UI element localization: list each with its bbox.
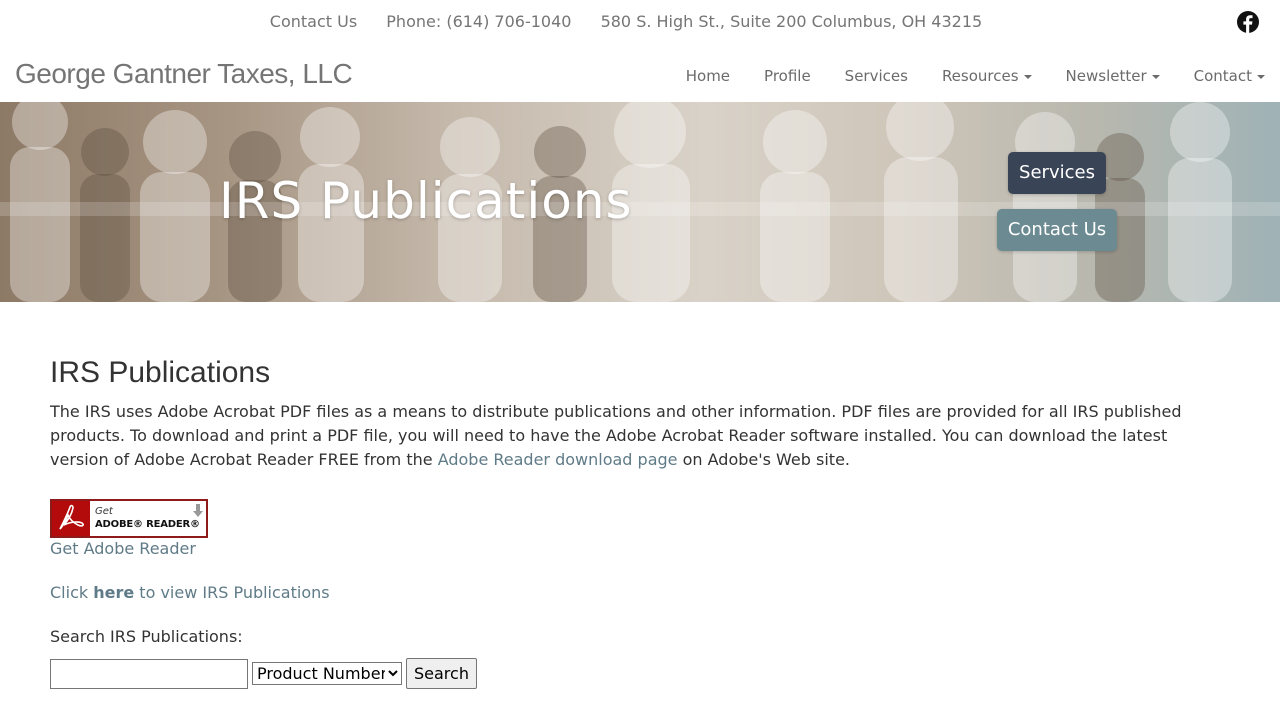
nav-item-resources[interactable]: Resources bbox=[942, 67, 1032, 85]
adobe-download-link[interactable]: Adobe Reader download page bbox=[438, 450, 678, 469]
view-publications-link[interactable]: here bbox=[93, 583, 134, 602]
caret-down-icon bbox=[1257, 74, 1265, 79]
search-form: Product Number Search bbox=[50, 658, 1230, 689]
topbar-contact-link[interactable]: Contact Us bbox=[270, 12, 357, 31]
nav-item-profile[interactable]: Profile bbox=[764, 67, 811, 85]
adobe-logo-icon bbox=[52, 501, 90, 536]
topbar-address: 580 S. High St., Suite 200 Columbus, OH … bbox=[600, 12, 983, 31]
top-contact-bar: Contact Us Phone: (614) 706-1040 580 S. … bbox=[0, 0, 1280, 46]
download-arrow-icon bbox=[193, 504, 203, 517]
get-adobe-reader-badge[interactable]: Get ADOBE® READER® bbox=[50, 499, 208, 538]
paper-people-image bbox=[0, 102, 1280, 302]
view-publications-line: Click here to view IRS Publications bbox=[50, 583, 1230, 602]
nav-item-services[interactable]: Services bbox=[845, 67, 908, 85]
nav-menu: Home Profile Services Resources Newslett… bbox=[652, 67, 1265, 85]
search-type-select[interactable]: Product Number bbox=[252, 662, 402, 685]
nav-item-newsletter[interactable]: Newsletter bbox=[1066, 67, 1160, 85]
hero-banner: IRS Publications Services Contact Us bbox=[0, 102, 1280, 302]
topbar-links: Contact Us Phone: (614) 706-1040 580 S. … bbox=[0, 12, 1252, 31]
nav-item-home[interactable]: Home bbox=[686, 67, 730, 85]
nav-item-contact[interactable]: Contact bbox=[1194, 67, 1265, 85]
main-navbar: George Gantner Taxes, LLC Home Profile S… bbox=[0, 46, 1280, 102]
badge-product-text: ADOBE® READER® bbox=[95, 519, 200, 530]
hero-title: IRS Publications bbox=[219, 172, 633, 230]
topbar-phone[interactable]: Phone: (614) 706-1040 bbox=[386, 12, 571, 31]
search-button[interactable]: Search bbox=[406, 658, 477, 689]
caret-down-icon bbox=[1023, 74, 1032, 79]
search-input[interactable] bbox=[50, 658, 248, 689]
intro-paragraph: The IRS uses Adobe Acrobat PDF files as … bbox=[50, 400, 1230, 472]
hero-contact-button[interactable]: Contact Us bbox=[997, 209, 1117, 251]
intro-text-end: on Adobe's Web site. bbox=[677, 450, 850, 469]
search-label: Search IRS Publications: bbox=[50, 627, 243, 646]
click-prefix: Click bbox=[50, 583, 94, 602]
main-content: IRS Publications The IRS uses Adobe Acro… bbox=[50, 356, 1230, 689]
click-suffix: to view IRS Publications bbox=[134, 583, 330, 602]
get-adobe-reader-link[interactable]: Get Adobe Reader bbox=[50, 539, 1230, 558]
badge-get-text: Get bbox=[95, 506, 113, 517]
hero-services-button[interactable]: Services bbox=[1008, 152, 1106, 194]
brand-logo[interactable]: George Gantner Taxes, LLC bbox=[15, 58, 353, 90]
page-heading: IRS Publications bbox=[50, 356, 271, 389]
facebook-icon[interactable] bbox=[1237, 11, 1259, 33]
caret-down-icon bbox=[1151, 74, 1160, 79]
